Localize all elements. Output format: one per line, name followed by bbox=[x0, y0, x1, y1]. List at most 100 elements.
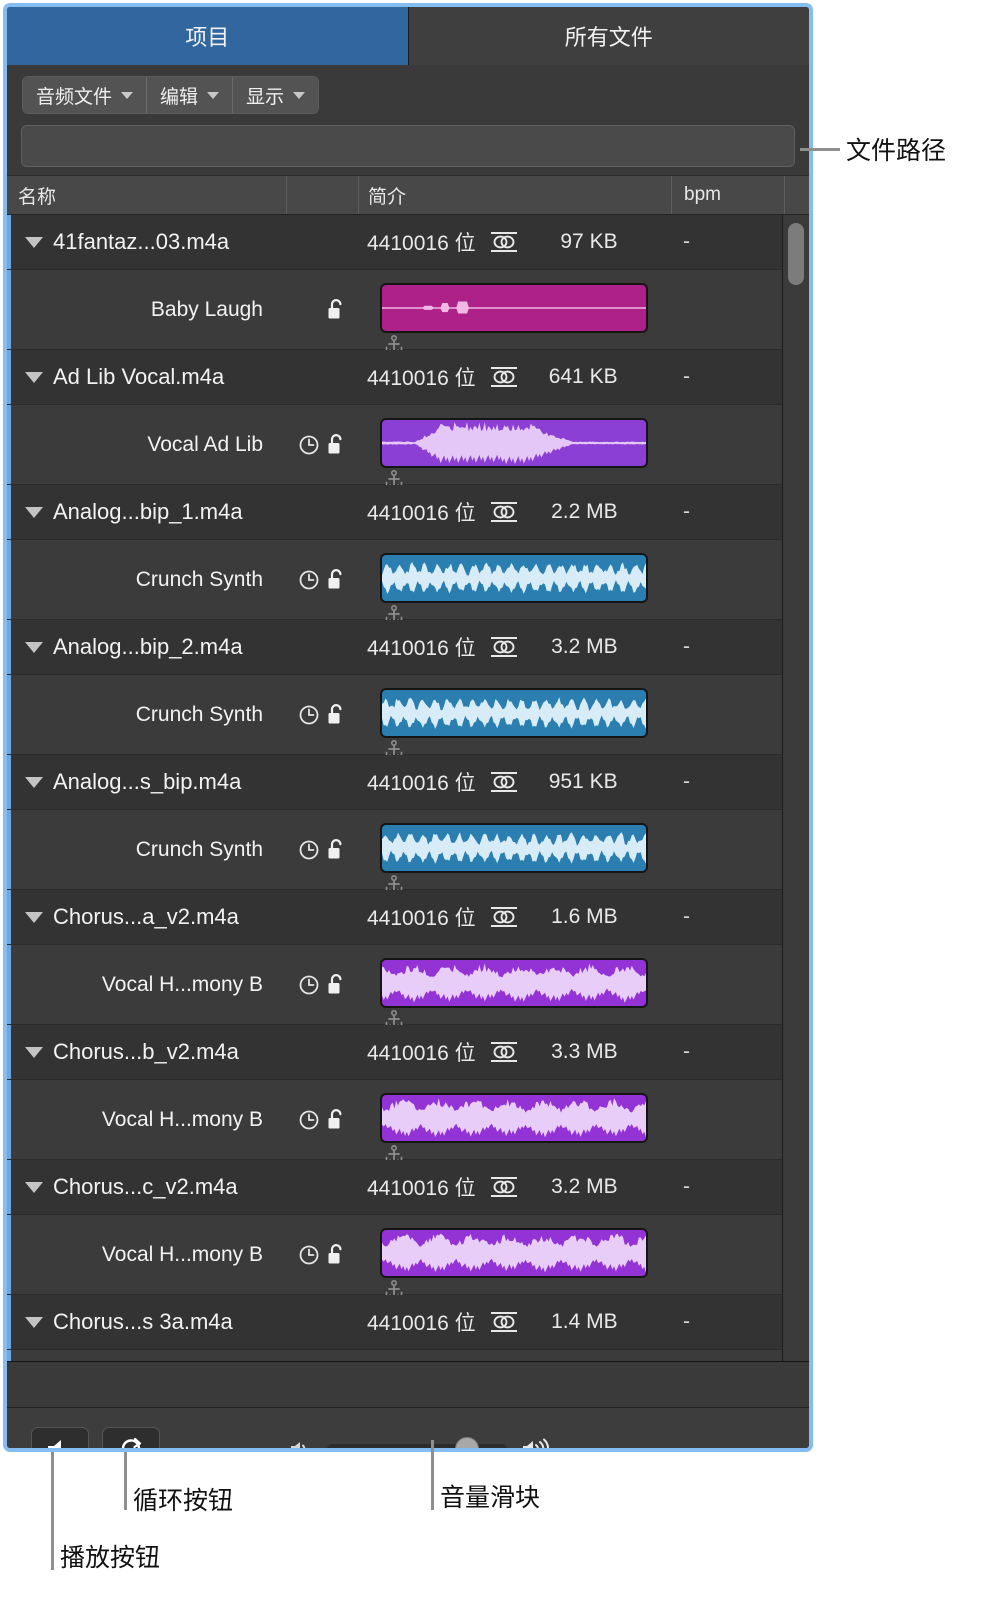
callout-label-path: 文件路径 bbox=[846, 137, 947, 165]
region-row[interactable]: Vocal H...mony B bbox=[7, 1215, 783, 1299]
file-bpm: - bbox=[683, 1040, 690, 1063]
region-row[interactable]: Vocal H...mony B bbox=[7, 1080, 783, 1164]
region-clip-area bbox=[7, 810, 783, 894]
file-bpm: - bbox=[683, 635, 690, 658]
loop-button[interactable] bbox=[102, 1426, 160, 1448]
file-name: Ad Lib Vocal.m4a bbox=[53, 364, 225, 389]
region-row[interactable]: Vocal H...mony B bbox=[7, 945, 783, 1029]
file-row[interactable]: Analog...s_bip.m4a 4410016 位 951 KB - bbox=[7, 755, 783, 810]
file-name: Chorus...a_v2.m4a bbox=[53, 904, 239, 929]
menu-audio-files[interactable]: 音频文件 bbox=[23, 77, 148, 113]
disclosure-triangle-icon[interactable] bbox=[25, 1046, 43, 1058]
play-button[interactable] bbox=[31, 1426, 89, 1448]
audio-region-clip[interactable] bbox=[380, 1093, 648, 1143]
audio-region-clip[interactable] bbox=[380, 283, 648, 333]
tab-all-files[interactable]: 所有文件 bbox=[408, 7, 809, 65]
menu-view[interactable]: 显示 bbox=[233, 77, 319, 113]
region-clip-area bbox=[7, 1080, 783, 1164]
file-row[interactable]: Analog...bip_2.m4a 4410016 位 3.2 MB - bbox=[7, 620, 783, 675]
file-bits: 4410016 位 bbox=[367, 1177, 476, 1200]
disclosure-triangle-icon[interactable] bbox=[25, 1316, 43, 1328]
audio-region-clip[interactable] bbox=[380, 688, 648, 738]
audio-region-clip[interactable] bbox=[380, 553, 648, 603]
volume-slider-thumb[interactable] bbox=[455, 1436, 479, 1448]
callout-leader-volume bbox=[431, 1440, 434, 1510]
selection-indicator bbox=[7, 215, 11, 269]
file-bits: 4410016 位 bbox=[367, 772, 476, 795]
disclosure-triangle-icon[interactable] bbox=[25, 776, 43, 788]
file-row[interactable]: Chorus...c_v2.m4a 4410016 位 3.2 MB - bbox=[7, 1160, 783, 1215]
selection-indicator bbox=[7, 485, 11, 539]
disclosure-triangle-icon[interactable] bbox=[25, 236, 43, 248]
callout-leader-play bbox=[51, 1452, 54, 1570]
file-size: 1.4 MB bbox=[551, 1310, 618, 1333]
column-header-bpm[interactable]: bpm bbox=[672, 176, 785, 214]
file-name: Chorus...c_v2.m4a bbox=[53, 1174, 238, 1199]
disclosure-triangle-icon[interactable] bbox=[25, 911, 43, 923]
file-row[interactable]: 41fantaz...03.m4a 4410016 位 97 KB - bbox=[7, 215, 783, 270]
file-bpm: - bbox=[683, 1310, 690, 1333]
file-row[interactable]: Analog...bip_1.m4a 4410016 位 2.2 MB - bbox=[7, 485, 783, 540]
stereo-icon-wrap bbox=[489, 636, 519, 658]
file-bits: 4410016 位 bbox=[367, 637, 476, 660]
region-row[interactable]: Crunch Synth bbox=[7, 540, 783, 624]
audio-region-clip[interactable] bbox=[380, 1228, 648, 1278]
stereo-icon bbox=[490, 1312, 517, 1332]
column-header-spacer bbox=[785, 176, 809, 214]
region-clip-area bbox=[7, 1215, 783, 1299]
vertical-scrollbar[interactable] bbox=[782, 215, 809, 1361]
tab-project[interactable]: 项目 bbox=[7, 7, 409, 65]
column-header-icons[interactable] bbox=[287, 176, 359, 214]
file-bits: 4410016 位 bbox=[367, 367, 476, 390]
file-info: 4410016 位 3.2 MB bbox=[367, 1172, 618, 1202]
region-row[interactable]: Crunch Synth bbox=[7, 675, 783, 759]
menu-edit[interactable]: 编辑 bbox=[147, 77, 234, 113]
file-bits: 4410016 位 bbox=[367, 502, 476, 525]
disclosure-triangle-icon[interactable] bbox=[25, 641, 43, 653]
file-path-row bbox=[7, 125, 809, 175]
file-bpm: - bbox=[683, 905, 690, 928]
file-row[interactable]: Chorus...s 3a.m4a 4410016 位 1.4 MB - bbox=[7, 1295, 783, 1350]
disclosure-triangle-icon[interactable] bbox=[25, 506, 43, 518]
file-bits: 4410016 位 bbox=[367, 232, 476, 255]
scrollbar-thumb[interactable] bbox=[788, 223, 804, 285]
tab-all-files-label: 所有文件 bbox=[564, 25, 653, 50]
column-header-bpm-label: bpm bbox=[684, 184, 721, 205]
disclosure-triangle-icon[interactable] bbox=[25, 371, 43, 383]
region-row[interactable] bbox=[7, 1350, 783, 1361]
waveform bbox=[382, 963, 646, 1003]
column-header-info[interactable]: 简介 bbox=[359, 176, 672, 214]
audio-file-browser-panel: 项目 所有文件 音频文件 编辑 显示 名称 简介 bpm 41fantaz...… bbox=[3, 3, 813, 1452]
file-path-field[interactable] bbox=[21, 125, 795, 167]
file-size: 1.6 MB bbox=[551, 905, 618, 928]
audio-region-clip[interactable] bbox=[380, 823, 648, 873]
file-bits: 4410016 位 bbox=[367, 1312, 476, 1335]
file-info: 4410016 位 1.4 MB bbox=[367, 1307, 618, 1337]
column-header-name[interactable]: 名称 bbox=[7, 176, 287, 214]
audio-region-clip[interactable] bbox=[380, 418, 648, 468]
file-list[interactable]: 41fantaz...03.m4a 4410016 位 97 KB - Baby Lau… bbox=[7, 215, 809, 1361]
selection-indicator bbox=[7, 1160, 11, 1214]
file-bpm: - bbox=[683, 1175, 690, 1198]
disclosure-triangle-icon[interactable] bbox=[25, 1181, 43, 1193]
file-row[interactable]: Chorus...a_v2.m4a 4410016 位 1.6 MB - bbox=[7, 890, 783, 945]
file-row[interactable]: Chorus...b_v2.m4a 4410016 位 3.3 MB - bbox=[7, 1025, 783, 1080]
volume-slider[interactable] bbox=[327, 1436, 507, 1448]
file-size: 3.2 MB bbox=[551, 635, 618, 658]
volume-high-icon bbox=[523, 1438, 550, 1448]
stereo-icon-wrap bbox=[489, 1176, 519, 1198]
stereo-icon bbox=[490, 637, 517, 657]
callout-label-loop: 循环按钮 bbox=[133, 1487, 234, 1515]
region-row[interactable]: Crunch Synth bbox=[7, 810, 783, 894]
file-info: 4410016 位 1.6 MB bbox=[367, 902, 618, 932]
file-name: Chorus...b_v2.m4a bbox=[53, 1039, 239, 1064]
file-bits: 4410016 位 bbox=[367, 907, 476, 930]
audio-region-clip[interactable] bbox=[380, 958, 648, 1008]
region-row[interactable]: Baby Laugh bbox=[7, 270, 783, 354]
region-clip-area bbox=[7, 405, 783, 489]
file-bpm: - bbox=[683, 365, 690, 388]
file-info: 4410016 位 2.2 MB bbox=[367, 497, 618, 527]
region-row[interactable]: Vocal Ad Lib bbox=[7, 405, 783, 489]
file-row[interactable]: Ad Lib Vocal.m4a 4410016 位 641 KB - bbox=[7, 350, 783, 405]
callout-label-volume: 音量滑块 bbox=[440, 1484, 541, 1512]
